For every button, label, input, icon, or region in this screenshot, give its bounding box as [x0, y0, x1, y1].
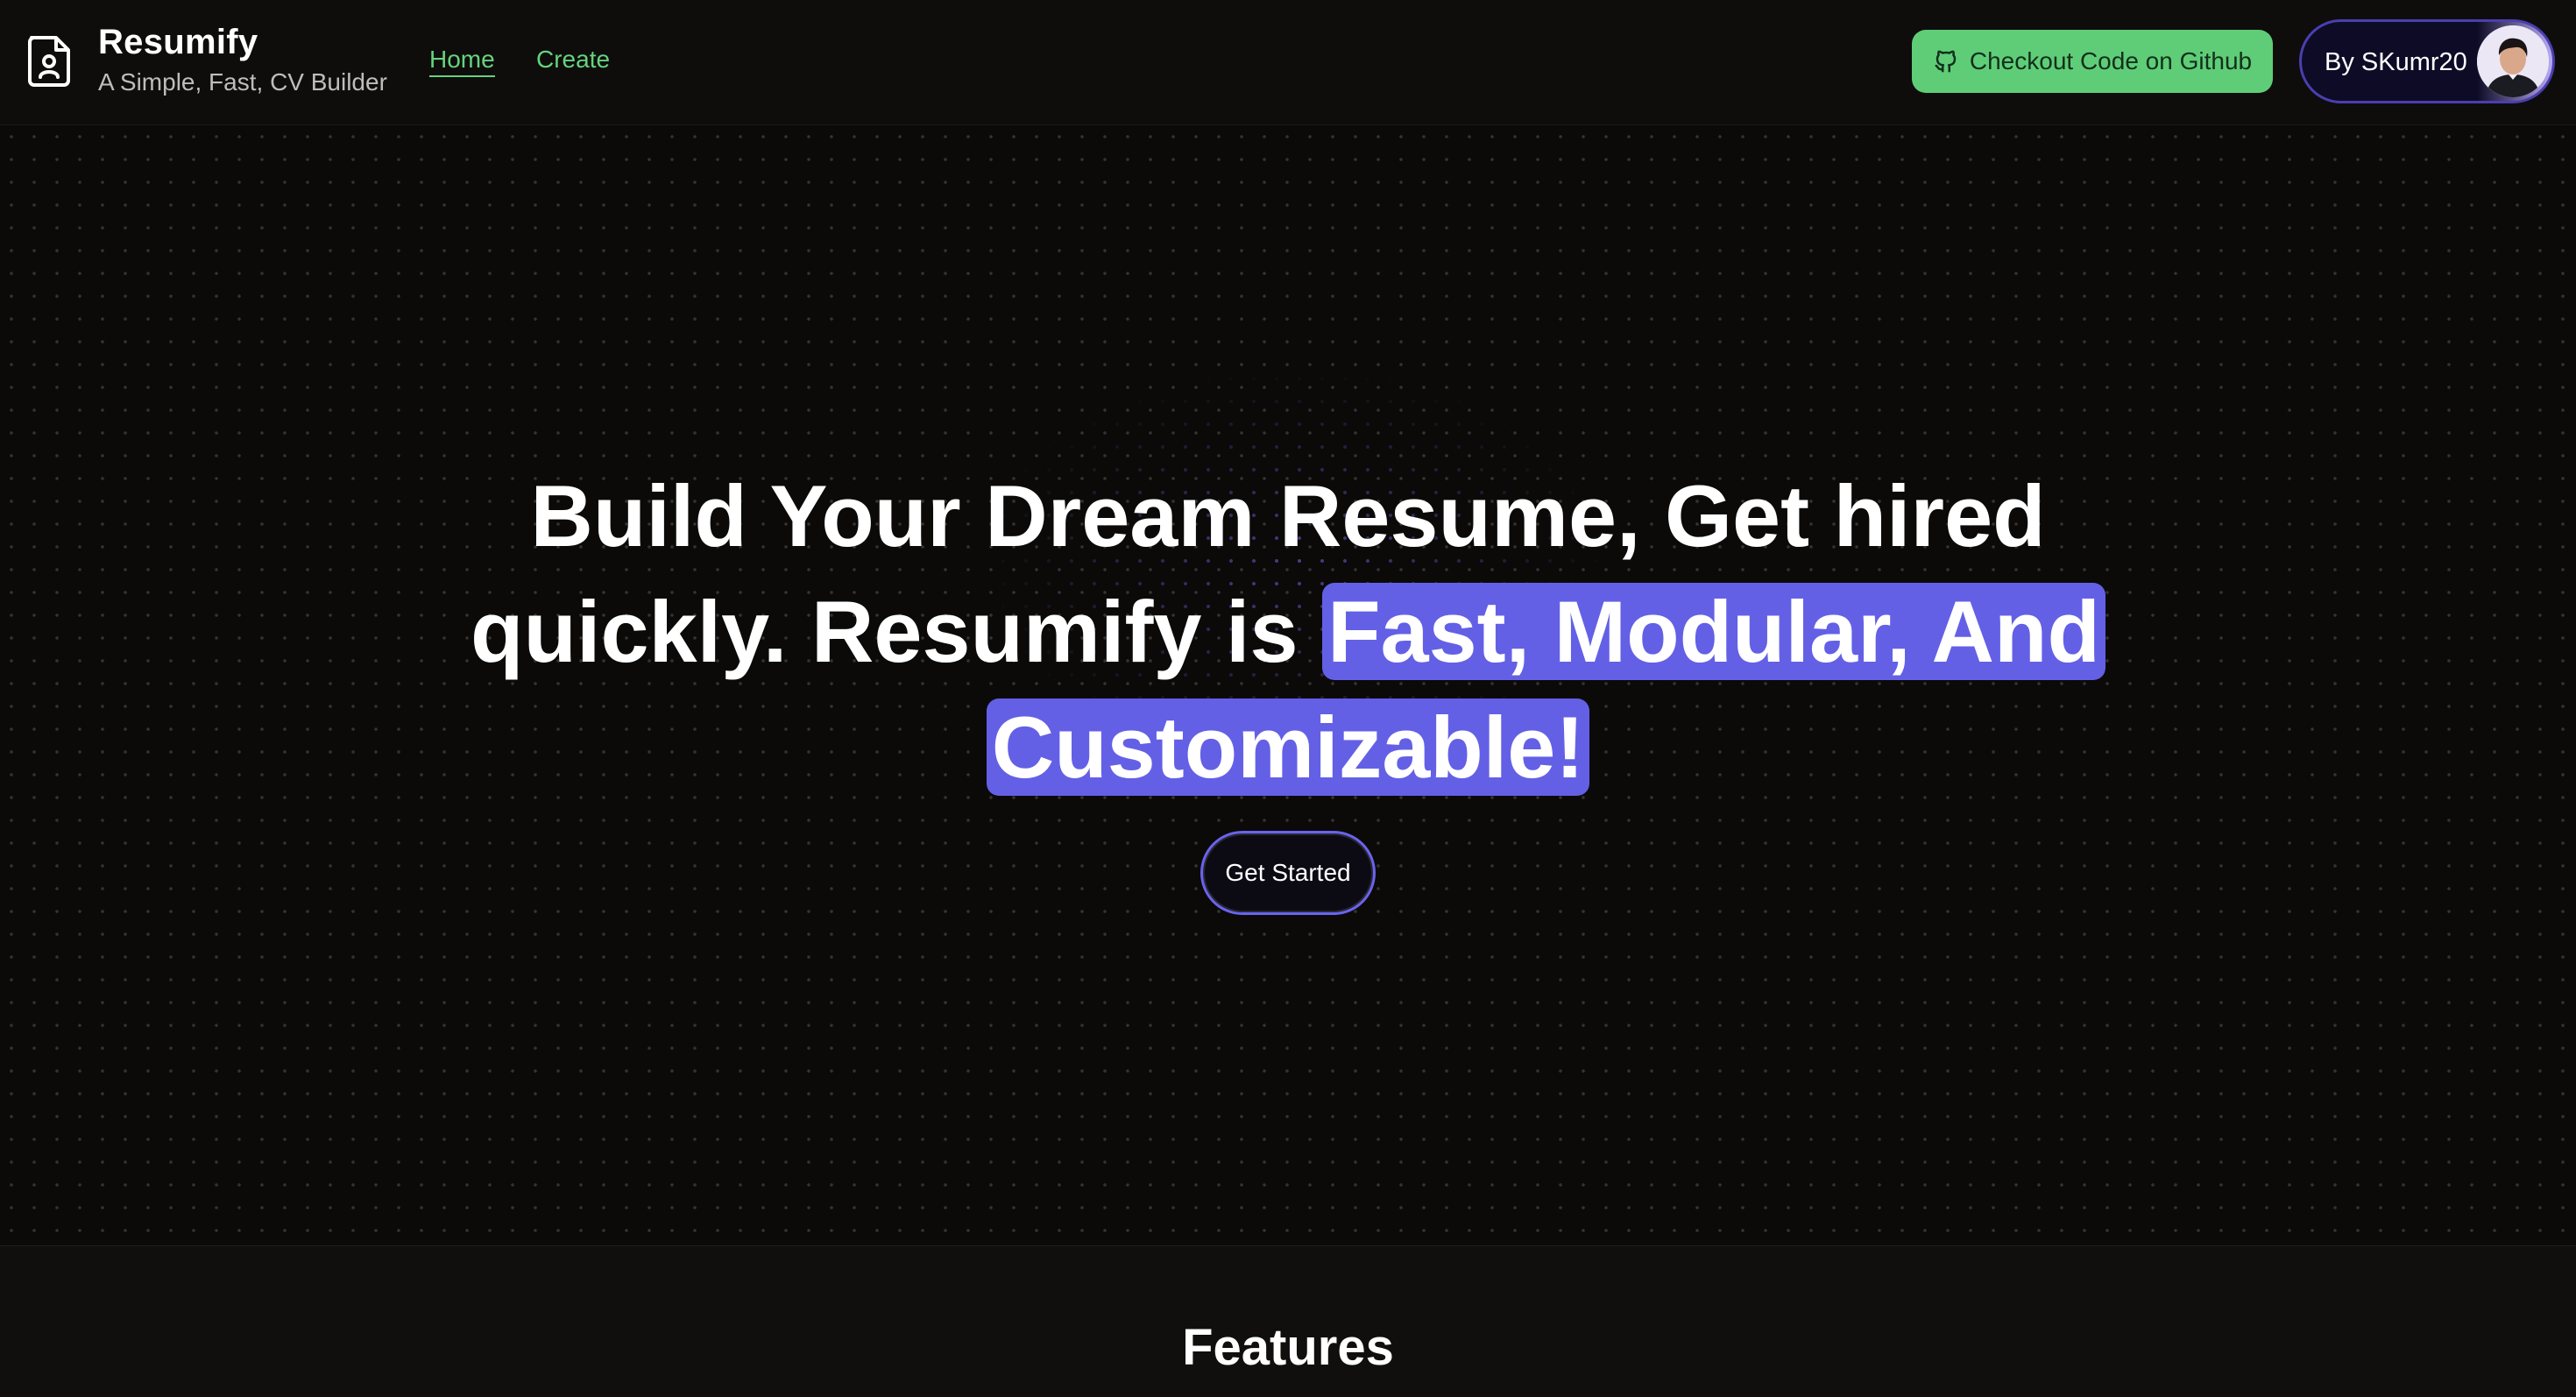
site-header: Resumify A Simple, Fast, CV Builder Home… — [0, 0, 2576, 125]
brand-subtitle: A Simple, Fast, CV Builder — [98, 68, 387, 96]
author-label: By SKumr20 — [2325, 48, 2467, 76]
github-button-label: Checkout Code on Github — [1969, 47, 2253, 74]
features-title: Features — [1182, 1319, 1394, 1376]
hero-section: Build Your Dream Resume, Get hired quick… — [0, 125, 2576, 1245]
author-profile-button[interactable]: By SKumr20 — [2299, 19, 2555, 103]
page: Resumify A Simple, Fast, CV Builder Home… — [0, 0, 2576, 1397]
nav-home-link[interactable]: Home — [429, 46, 495, 77]
user-avatar — [2477, 25, 2549, 97]
brand-title[interactable]: Resumify — [98, 23, 258, 62]
features-section: Features — [0, 1245, 2576, 1397]
hero-heading: Build Your Dream Resume, Get hired quick… — [412, 458, 2164, 805]
resume-document-icon — [28, 36, 70, 87]
get-started-button[interactable]: Get Started — [1200, 831, 1376, 915]
github-button[interactable]: Checkout Code on Github — [1912, 30, 2273, 93]
nav-create-link[interactable]: Create — [536, 46, 610, 74]
github-icon — [1935, 50, 1957, 73]
